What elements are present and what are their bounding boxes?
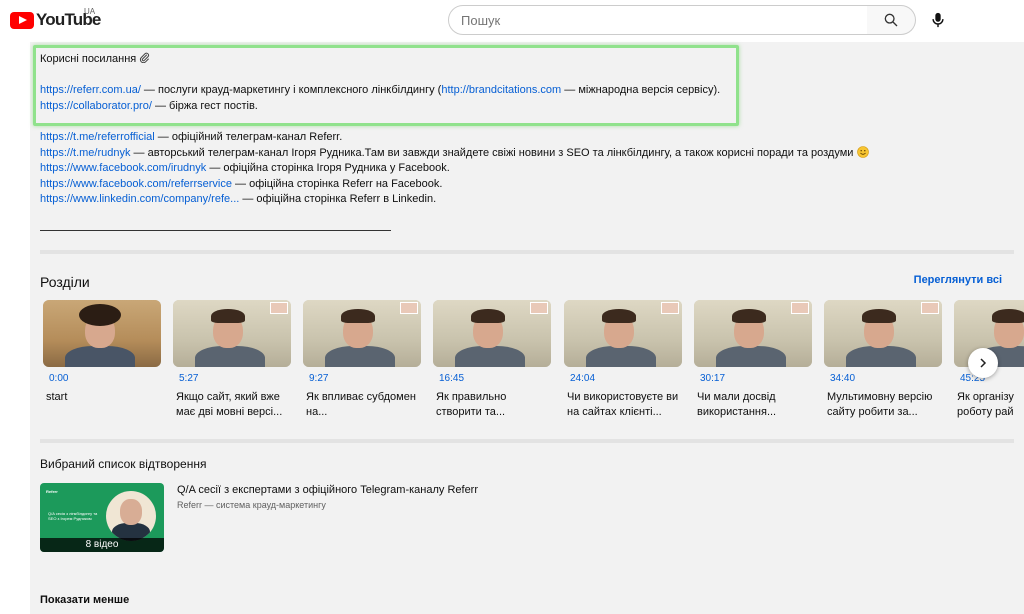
chapter-title: Чи використовуєте ви на сайтах клієнті..… [567,391,679,418]
playlist-title[interactable]: Q/A сесії з експертами з офіційного Tele… [177,484,478,496]
chapter-time: 5:27 [179,373,199,384]
smile-emoji-icon [856,146,869,158]
chapter-title: Чи мали досвід використання... [697,391,777,418]
chapter-thumbnail [303,300,421,367]
playlist-thumbnail[interactable]: Referr Q/A сесія з лінкбілдингу та SEO з… [40,483,164,552]
section-divider [40,439,1014,443]
chapter-time: 30:17 [700,373,726,384]
chapter-title: Мультимовну версію сайту робити за... [827,391,933,418]
chapter-thumbnail [824,300,942,367]
collaborator-link[interactable]: https://collaborator.pro/ [40,100,152,112]
description-panel: Корисні посилання https://referr.com.ua/… [30,42,1024,614]
description-line: https://www.facebook.com/irudnyk — офіці… [40,162,450,174]
chapter-title: Як впливає субдомен на... [306,391,416,418]
chapter-item[interactable]: 5:27 Якщо сайт, який вже має дві мовні в… [173,300,291,420]
paperclip-icon [140,52,150,64]
chapter-item[interactable]: 24:04 Чи використовуєте ви на сайтах клі… [564,300,682,420]
linkedin-referr-link[interactable]: https://www.linkedin.com/company/refe... [40,193,239,205]
playlist-thumb-brand: Referr [46,489,58,494]
microphone-icon [932,12,944,28]
description-line: https://www.facebook.com/referrservice —… [40,178,443,190]
see-all-chapters-link[interactable]: Переглянути всі [914,274,1002,286]
youtube-play-icon [10,11,34,29]
description-line: https://referr.com.ua/ — послуги крауд-м… [40,84,721,96]
chevron-right-icon [980,358,987,368]
text-rule [40,230,391,231]
playlist-video-count: 8 відео [40,538,164,552]
chapter-thumbnail [564,300,682,367]
search-icon [884,13,898,27]
chapter-time: 24:04 [570,373,596,384]
description-line: https://collaborator.pro/ — біржа гест п… [40,100,258,112]
chapter-time: 0:00 [49,373,69,384]
search-input[interactable] [448,5,868,35]
voice-search-button[interactable] [922,5,954,35]
chapter-thumbnail [433,300,551,367]
chapter-title: Як організу роботу рай [957,391,1014,418]
facebook-referr-link[interactable]: https://www.facebook.com/referrservice [40,178,232,190]
playlist-section-title: Вибраний список відтворення [40,457,207,471]
playlist-thumb-text: Q/A сесія з лінкбілдингу та SEO з Ігорем… [48,511,98,521]
chapter-time: 16:45 [439,373,465,384]
chapter-thumbnail [43,300,161,367]
chapters-title: Розділи [40,274,90,290]
chapter-time: 9:27 [309,373,329,384]
chapter-item[interactable]: 16:45 Як правильно створити та... [433,300,551,420]
masthead: YouTube UA [0,0,1024,42]
chapter-item[interactable]: 34:40 Мультимовну версію сайту робити за… [824,300,942,420]
playlist-channel[interactable]: Referr — система крауд-маркетингу [177,500,326,510]
chapter-thumbnail [173,300,291,367]
description-heading: Корисні посилання [40,52,150,68]
description-line: https://www.linkedin.com/company/refe...… [40,193,437,205]
chapter-thumbnail [694,300,812,367]
telegram-rudnyk-link[interactable]: https://t.me/rudnyk [40,147,130,159]
referr-link[interactable]: https://referr.com.ua/ [40,84,141,96]
chapter-title: Як правильно створити та... [436,391,507,418]
show-less-button[interactable]: Показати менше [40,594,129,606]
chapter-title: Якщо сайт, який вже має дві мовні версі.… [176,391,283,418]
chapters-next-button[interactable] [968,348,998,378]
facebook-irudnyk-link[interactable]: https://www.facebook.com/irudnyk [40,162,206,174]
description-line: https://t.me/rudnyk — авторський телегра… [40,146,869,162]
chapter-item[interactable]: 30:17 Чи мали досвід використання... [694,300,812,420]
section-divider [40,250,1014,254]
brandcitations-link[interactable]: http://brandcitations.com [441,84,561,96]
telegram-referr-link[interactable]: https://t.me/referrofficial [40,131,155,143]
chapter-item[interactable]: 0:00 start [43,300,161,405]
chapter-time: 34:40 [830,373,856,384]
region-code: UA [84,7,96,16]
playlist-thumb-portrait [106,491,156,541]
chapter-title: start [46,391,68,403]
search-button[interactable] [867,5,916,35]
chapter-item[interactable]: 9:27 Як впливає субдомен на... [303,300,421,420]
description-line: https://t.me/referrofficial — офіційний … [40,131,343,143]
